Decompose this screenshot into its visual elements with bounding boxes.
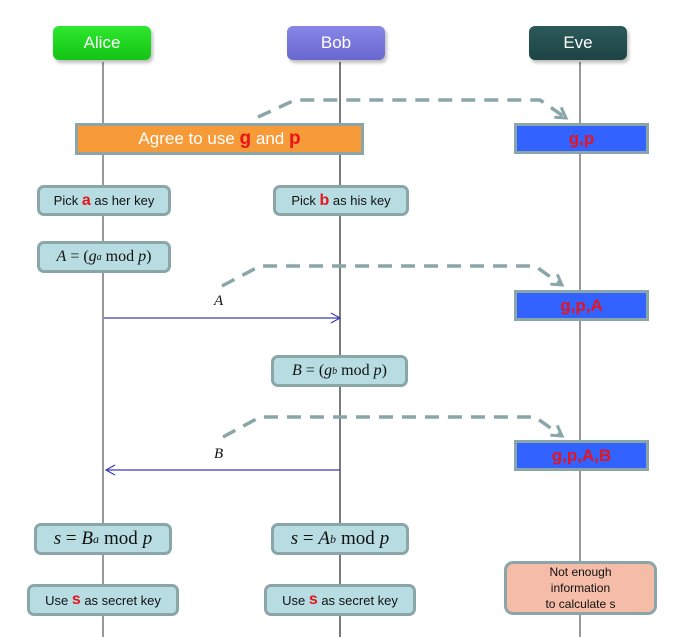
eve-knowledge-1-text: g,p — [568, 128, 595, 148]
bob-use-var: s — [308, 591, 318, 608]
alice-public-op: mod — [105, 248, 135, 265]
actor-eve-label: Eve — [563, 33, 593, 52]
bob-secret-lhs: s — [290, 528, 299, 549]
actor-bob-label: Bob — [320, 33, 352, 52]
bob-secret-exp: b — [329, 531, 336, 546]
bob-use-suffix: as secret key — [317, 592, 398, 608]
alice-secret-mod: p — [142, 528, 153, 549]
bob-pick-key-box: Pick b as his key — [273, 185, 409, 216]
alice-secret-formula-box: s = B a mod p — [34, 523, 172, 555]
eve-note-line-2: information — [550, 581, 611, 595]
alice-public-close: ) — [146, 248, 152, 265]
agree-middle: and — [251, 129, 289, 148]
bob-public-lhs: B — [292, 362, 302, 379]
bob-public-eq: = ( — [301, 362, 325, 379]
eve-knowledge-2-text: g,p,A — [560, 295, 603, 315]
alice-secret-eq: = — [61, 528, 82, 549]
alice-public-lhs: A — [56, 248, 67, 265]
actor-alice: Alice — [53, 26, 151, 60]
alice-pick-var: a — [81, 191, 91, 209]
eve-knowledge-1: g,p — [514, 123, 649, 154]
bob-use-secret-box: Use s as secret key — [264, 584, 416, 616]
agree-prefix: Agree to use — [138, 129, 240, 148]
eve-knowledge-3: g,p,A,B — [514, 440, 649, 471]
bob-public-close: ) — [381, 362, 387, 379]
bob-public-op: mod — [341, 362, 370, 379]
leak-arrow-gp — [257, 98, 569, 120]
eve-note-line-1: Not enough — [549, 565, 612, 579]
alice-secret-op: mod — [103, 528, 138, 549]
actor-eve: Eve — [529, 26, 627, 60]
alice-public-exp: a — [96, 251, 102, 263]
actor-bob: Bob — [287, 26, 385, 60]
alice-use-prefix: Use — [45, 592, 72, 608]
bob-use-prefix: Use — [282, 592, 309, 608]
alice-use-suffix: as secret key — [80, 592, 161, 608]
alice-public-base: g — [88, 248, 97, 265]
agree-parameters-box: Agree to use g and p — [75, 123, 364, 155]
bob-public-formula-box: B = ( g b mod p ) — [271, 355, 408, 387]
alice-public-eq: = ( — [66, 248, 89, 265]
alice-pick-key-box: Pick a as her key — [37, 185, 171, 216]
bob-secret-op: mod — [340, 528, 375, 549]
actor-alice-label: Alice — [83, 33, 121, 52]
alice-secret-lhs: s — [53, 528, 62, 549]
leak-arrow-A — [221, 264, 565, 288]
alice-pick-prefix: Pick — [53, 193, 82, 208]
bob-pick-suffix: as his key — [329, 193, 391, 208]
alice-pick-suffix: as her key — [90, 193, 155, 208]
bob-secret-eq: = — [298, 528, 319, 549]
alice-use-var: s — [71, 591, 81, 608]
bob-pick-var: b — [319, 191, 330, 209]
bob-pick-prefix: Pick — [291, 193, 320, 208]
bob-public-base: g — [324, 362, 333, 379]
alice-public-formula-box: A = ( g a mod p ) — [37, 241, 171, 273]
message-label-A: A — [214, 293, 224, 309]
bob-secret-formula-box: s = A b mod p — [271, 523, 409, 555]
agree-g: g — [239, 128, 252, 149]
alice-use-secret-box: Use s as secret key — [27, 584, 179, 616]
alice-public-mod: p — [138, 248, 147, 265]
alice-secret-base: B — [81, 528, 93, 549]
bob-secret-mod: p — [379, 528, 390, 549]
eve-knowledge-3-text: g,p,A,B — [551, 445, 612, 465]
bob-public-exp: b — [332, 365, 338, 377]
leak-arrow-B — [222, 415, 565, 439]
message-label-B: B — [214, 446, 224, 462]
eve-knowledge-2: g,p,A — [514, 290, 649, 321]
bob-secret-base: A — [318, 528, 330, 549]
alice-secret-exp: a — [92, 531, 99, 546]
bob-public-mod: p — [373, 362, 382, 379]
agree-p: p — [288, 128, 301, 149]
eve-note-line-3: to calculate s — [545, 597, 616, 611]
eve-insufficient-info-note: Not enough information to calculate s — [504, 561, 657, 615]
